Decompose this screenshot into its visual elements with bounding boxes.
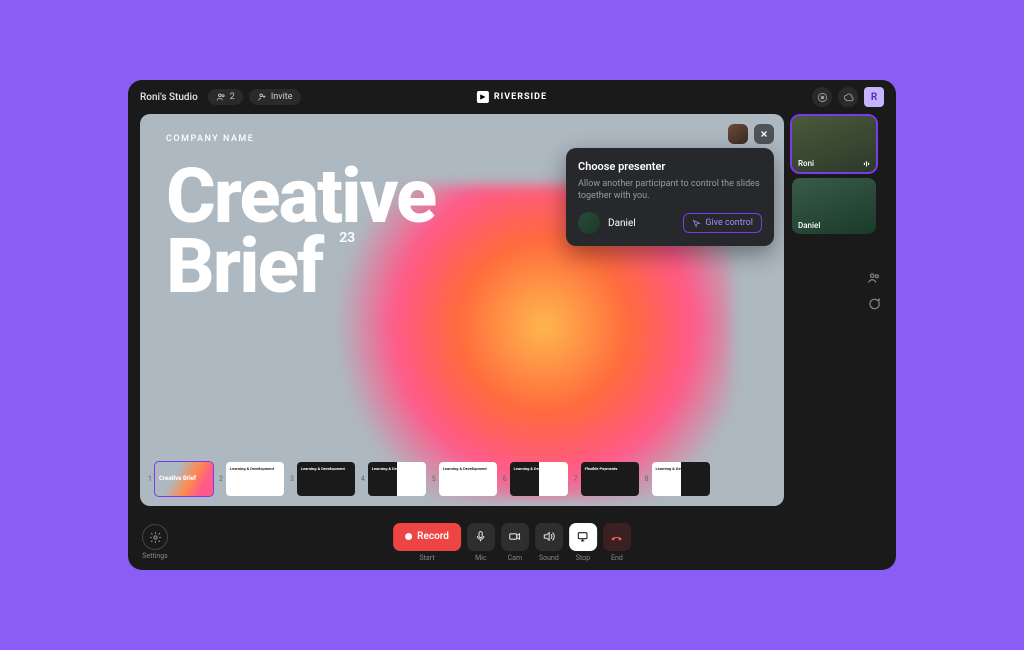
logo-mark-icon xyxy=(477,91,489,103)
participant-tile[interactable]: Roni xyxy=(792,116,876,172)
popover-subtitle: Allow another participant to control the… xyxy=(578,178,762,202)
participant-count: 2 xyxy=(230,92,235,102)
slide-title-badge: 23 xyxy=(339,230,355,246)
thumbnail-item[interactable]: 3 Learning & Development xyxy=(290,462,355,496)
participant-tile[interactable]: Daniel xyxy=(792,178,876,234)
audio-active-icon xyxy=(862,159,871,168)
brand-logo: RIVERSIDE xyxy=(477,91,547,103)
controls-bar: Settings Record Start Mic Cam xyxy=(128,514,896,570)
record-button[interactable]: Record xyxy=(393,523,461,551)
popover-title: Choose presenter xyxy=(578,160,762,173)
presenter-name: Daniel xyxy=(608,218,675,229)
record-dot-icon xyxy=(405,533,412,540)
settings-label: Settings xyxy=(142,552,168,560)
settings-button[interactable] xyxy=(142,524,168,550)
thumbnail-strip: 1 Creative Brief 2 Learning & Developmen… xyxy=(140,452,784,506)
presenter-mini-avatar[interactable] xyxy=(728,124,748,144)
chat-icon[interactable] xyxy=(866,296,882,312)
participant-count-pill[interactable]: 2 xyxy=(208,89,243,105)
thumbnail-item[interactable]: 2 Learning & Development xyxy=(219,462,284,496)
mic-button[interactable] xyxy=(467,523,495,551)
studio-name: Roni's Studio xyxy=(140,92,198,103)
user-avatar[interactable]: R xyxy=(864,87,884,107)
brand-name: RIVERSIDE xyxy=(494,92,547,102)
end-call-button[interactable] xyxy=(603,523,631,551)
thumbnail-item[interactable]: 1 Creative Brief xyxy=(148,462,213,496)
side-rail xyxy=(866,270,882,312)
main-area: COMPANY NAME Creative Brief 23 Choose p xyxy=(128,114,896,514)
stop-share-button[interactable] xyxy=(569,523,597,551)
thumbnail-item[interactable]: 6 Learning & Development xyxy=(503,462,568,496)
people-icon[interactable] xyxy=(866,270,882,286)
slide-stage: COMPANY NAME Creative Brief 23 Choose p xyxy=(140,114,784,506)
record-local-icon[interactable] xyxy=(812,87,832,107)
header-bar: Roni's Studio 2 Invite RIVERSIDE R xyxy=(128,80,896,114)
app-window: Roni's Studio 2 Invite RIVERSIDE R xyxy=(128,80,896,570)
cloud-icon[interactable] xyxy=(838,87,858,107)
close-icon[interactable] xyxy=(754,124,774,144)
presenter-avatar xyxy=(578,212,600,234)
company-name-label: COMPANY NAME xyxy=(166,134,758,144)
give-control-button[interactable]: Give control xyxy=(683,213,762,233)
sound-button[interactable] xyxy=(535,523,563,551)
invite-label: Invite xyxy=(271,92,293,102)
camera-button[interactable] xyxy=(501,523,529,551)
thumbnail-item[interactable]: 7 Flexible Payments xyxy=(574,462,639,496)
thumbnail-item[interactable]: 4 Learning & Development xyxy=(361,462,426,496)
choose-presenter-popover: Choose presenter Allow another participa… xyxy=(566,148,774,246)
presenter-row: Daniel Give control xyxy=(578,212,762,234)
invite-button[interactable]: Invite xyxy=(249,89,301,105)
thumbnail-item[interactable]: 8 Learning & Development xyxy=(645,462,710,496)
thumbnail-item[interactable]: 5 Learning & Development xyxy=(432,462,497,496)
start-label: Start xyxy=(419,554,434,562)
